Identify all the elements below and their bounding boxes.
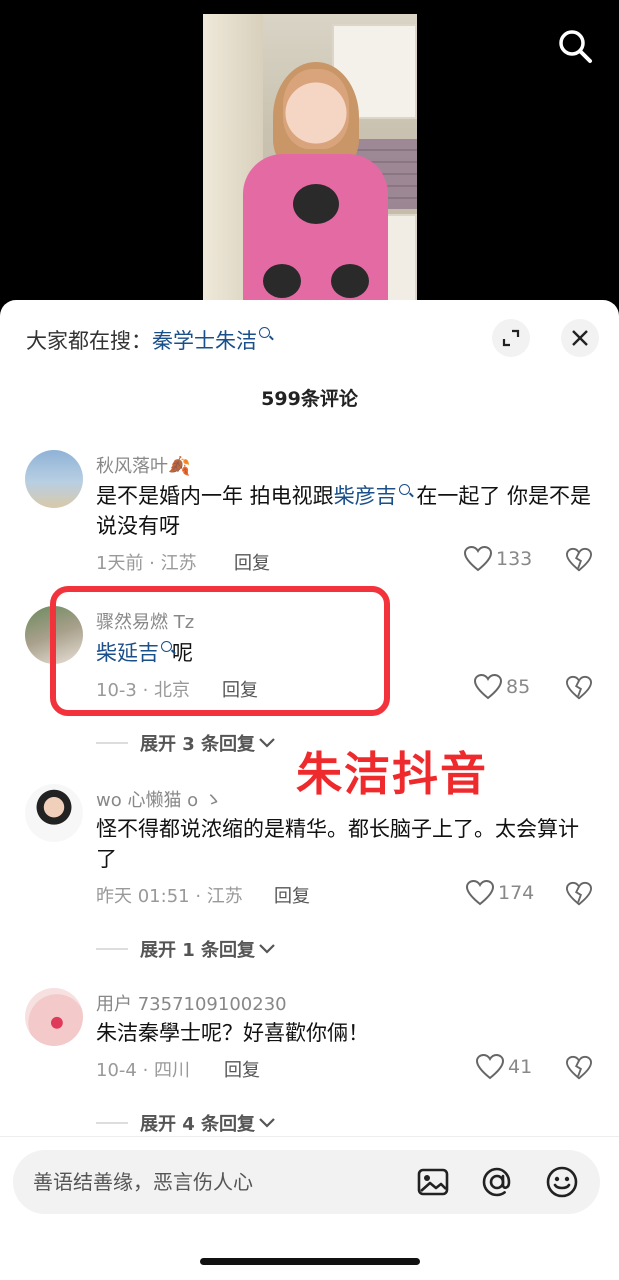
like-button[interactable]: 85: [474, 674, 530, 700]
trending-search-term[interactable]: 秦学士朱洁: [152, 325, 257, 355]
close-icon: [572, 330, 588, 346]
video-print: [263, 264, 301, 298]
heart-icon: [476, 1054, 504, 1080]
comment-username[interactable]: 用户 7357109100230: [96, 990, 287, 1016]
like-count: 85: [506, 676, 531, 698]
heart-icon: [464, 546, 492, 572]
highlight-box: [50, 586, 390, 716]
expand-replies-label: 展开 3 条回复: [140, 734, 256, 755]
comment-input[interactable]: [33, 1150, 403, 1214]
expand-replies[interactable]: 展开 1 条回复: [96, 936, 276, 962]
reply-button[interactable]: 回复: [234, 549, 270, 575]
comment-meta: 1天前 · 江苏: [96, 553, 197, 574]
comment-username[interactable]: 秋风落叶🍂: [96, 452, 190, 478]
video-print: [293, 184, 339, 224]
close-button[interactable]: [561, 319, 599, 357]
trending-search[interactable]: 大家都在搜： 秦学士朱洁: [26, 325, 270, 355]
comment-content: 怪不得都说浓缩的是精华。都长脑子上了。太会算计了: [96, 817, 579, 871]
broken-heart-icon[interactable]: [566, 1055, 592, 1081]
video-frame: [203, 14, 417, 310]
comment-count-title: 599条评论: [261, 388, 358, 410]
avatar[interactable]: [25, 450, 83, 508]
expand-replies-label: 展开 4 条回复: [140, 1114, 256, 1135]
like-count: 41: [508, 1056, 533, 1078]
home-indicator[interactable]: [200, 1258, 420, 1265]
comment-meta: 昨天 01:51 · 江苏: [96, 886, 243, 907]
expand-button[interactable]: [492, 319, 530, 357]
chevron-down-icon: [259, 738, 275, 748]
comment-search-link[interactable]: 柴彦吉: [334, 484, 397, 508]
broken-heart-icon[interactable]: [566, 881, 592, 907]
broken-heart-icon[interactable]: [566, 675, 592, 701]
reply-button[interactable]: 回复: [224, 1056, 260, 1082]
expand-replies-label: 展开 1 条回复: [140, 940, 256, 961]
chevron-down-icon: [259, 944, 275, 954]
video-person-body: [243, 154, 388, 310]
broken-heart-icon[interactable]: [566, 547, 592, 573]
like-button[interactable]: 174: [466, 880, 534, 906]
divider: [0, 1136, 619, 1137]
video-print: [331, 264, 369, 298]
avatar[interactable]: [25, 988, 83, 1046]
like-button[interactable]: 41: [476, 1054, 532, 1080]
comment-content: 是不是婚内一年 拍电视跟柴彦吉 在一起了 你是不是说没有呀: [96, 481, 596, 541]
comment-meta: 10-4 · 四川: [96, 1060, 191, 1081]
at-icon[interactable]: [479, 1164, 515, 1200]
search-icon[interactable]: [557, 28, 593, 64]
search-mini-icon: [259, 326, 270, 338]
expand-icon: [502, 329, 520, 347]
heart-icon: [474, 674, 502, 700]
overlay-annotation: 朱洁抖音: [296, 747, 488, 801]
like-count: 174: [498, 882, 535, 904]
comment-input-bar: [13, 1150, 600, 1214]
comment-username[interactable]: wo 心懒猫 o ゝ: [96, 786, 222, 812]
video-player[interactable]: [0, 0, 619, 310]
expand-replies[interactable]: 展开 3 条回复: [96, 730, 276, 756]
reply-button[interactable]: 回复: [274, 882, 310, 908]
comment-text: 是不是婚内一年 拍电视跟: [96, 484, 334, 508]
like-button[interactable]: 133: [464, 546, 532, 572]
video-person-head: [283, 69, 349, 149]
emoji-icon[interactable]: [544, 1164, 580, 1200]
divider: [96, 742, 128, 744]
avatar[interactable]: [25, 784, 83, 842]
image-icon[interactable]: [415, 1164, 451, 1200]
heart-icon: [466, 880, 494, 906]
chevron-down-icon: [259, 1118, 275, 1128]
divider: [96, 948, 128, 950]
comment-sheet: 大家都在搜： 秦学士朱洁 599条评论 秋风落叶🍂 是不是婚内一年 拍电视跟柴彦…: [0, 300, 619, 1280]
search-mini-icon: [398, 484, 410, 495]
comment-content: 朱洁秦學士呢？好喜歡你倆！: [96, 1021, 369, 1045]
expand-replies[interactable]: 展开 4 条回复: [96, 1110, 276, 1136]
trending-search-prefix: 大家都在搜：: [26, 329, 152, 353]
divider: [96, 1122, 128, 1124]
like-count: 133: [496, 548, 533, 570]
